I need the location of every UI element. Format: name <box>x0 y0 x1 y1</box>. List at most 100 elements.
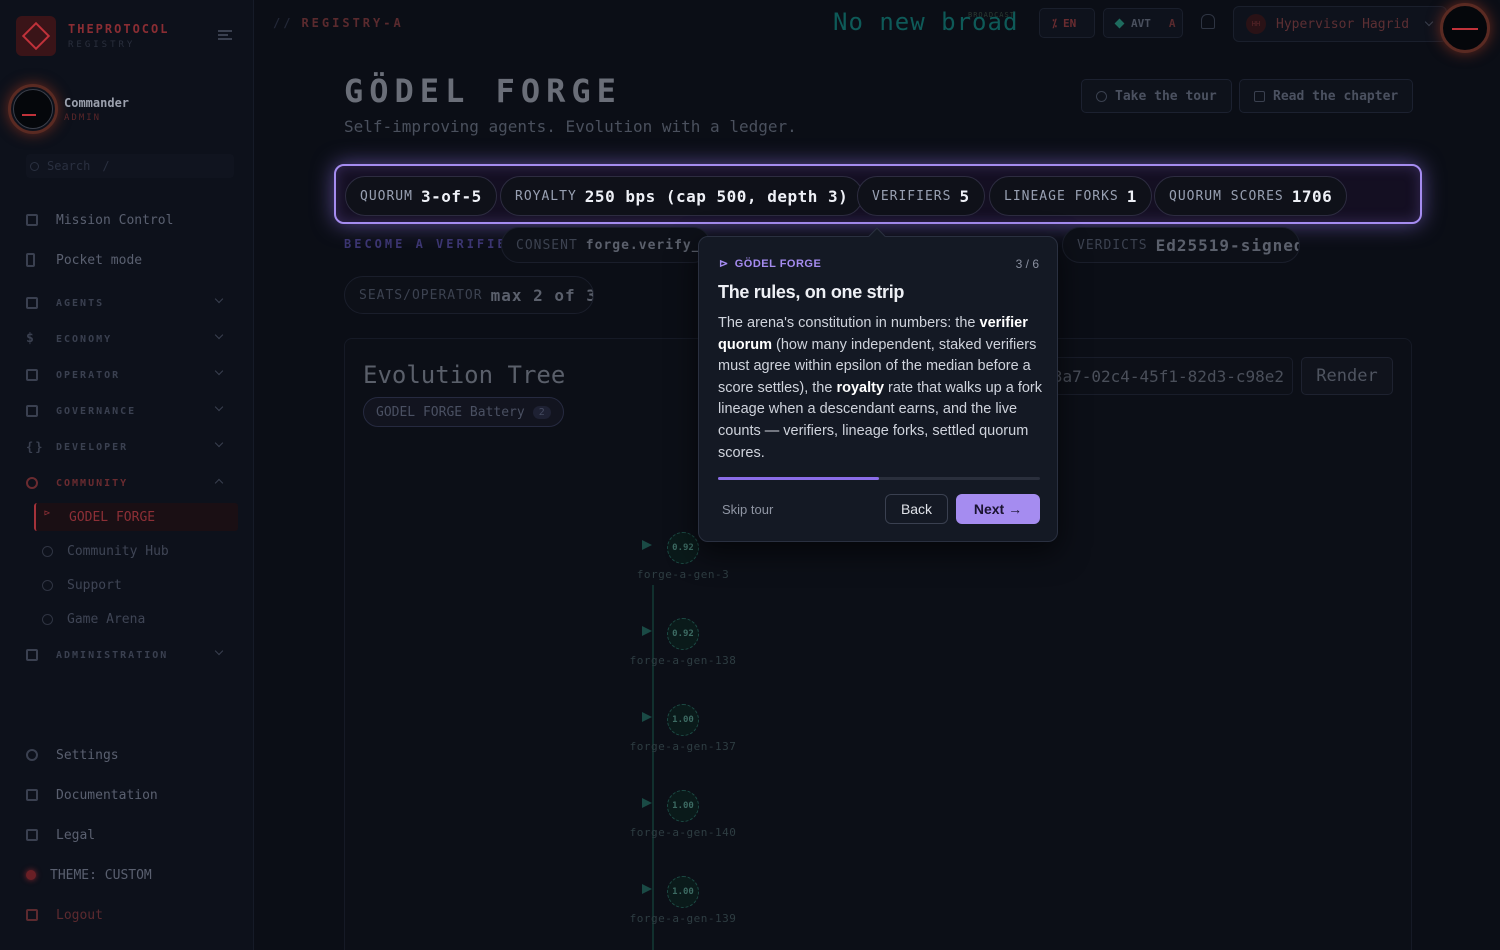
rule-chip-verifiers: VERIFIERS 5 <box>857 176 985 216</box>
play-circle-icon <box>1096 90 1107 102</box>
sidebar-section-administration[interactable]: ADMINISTRATION <box>26 644 238 666</box>
translate-icon: ⁒ <box>1052 16 1057 30</box>
sidebar-item-godel-forge[interactable]: GODEL FORGE <box>34 503 238 531</box>
sidebar-item-label: Pocket mode <box>56 252 143 268</box>
chip-value: forge.verify_fo <box>585 237 711 253</box>
gear-icon <box>26 749 38 761</box>
node-score: 1.00 <box>667 876 699 908</box>
node-score: 0.92 <box>667 532 699 564</box>
sidebar-item-logout[interactable]: Logout <box>26 904 238 926</box>
back-button[interactable]: Back <box>885 494 948 524</box>
phone-icon <box>26 253 35 267</box>
section-label: DEVELOPER <box>56 441 129 453</box>
theme-label: THEME: CUSTOM <box>50 867 152 883</box>
top-avatar[interactable] <box>1440 3 1490 53</box>
dollar-icon: $ <box>26 331 36 346</box>
render-button[interactable]: Render <box>1301 357 1393 395</box>
section-label: ECONOMY <box>56 333 113 345</box>
play-icon <box>44 508 55 523</box>
tour-progress-fill <box>718 477 879 480</box>
become-verifier-link[interactable]: BECOME A VERIFIER <box>344 237 518 251</box>
skip-tour-button[interactable]: Skip tour <box>722 502 773 517</box>
play-icon <box>642 540 652 550</box>
sidebar-item-label: Logout <box>56 907 103 923</box>
sidebar-item-label: Documentation <box>56 787 158 803</box>
tree-node[interactable]: 1.00 forge-a-gen-140 <box>628 790 738 839</box>
rule-chip-lineage-forks: LINEAGE FORKS 1 <box>989 176 1152 216</box>
node-score: 1.00 <box>667 790 699 822</box>
sidebar-section-developer[interactable]: {} DEVELOPER <box>26 436 238 458</box>
sidebar-item-documentation[interactable]: Documentation <box>26 784 238 806</box>
read-chapter-button[interactable]: Read the chapter <box>1239 79 1414 113</box>
play-icon: ⊳ <box>719 258 729 270</box>
node-label: forge-a-gen-140 <box>629 826 737 839</box>
search-shortcut: / <box>102 159 110 173</box>
page-title: GÖDEL FORGE <box>344 72 622 110</box>
sidebar-item-legal[interactable]: Legal <box>26 824 238 846</box>
shield-icon <box>26 649 38 661</box>
rules-strip: QUORUM 3-of-5 ROYALTY 250 bps (cap 500, de… <box>334 164 1422 224</box>
battery-chip[interactable]: GODEL FORGE Battery 2 <box>363 397 564 427</box>
sidebar-item-pocket-mode[interactable]: Pocket mode <box>26 249 238 271</box>
popover-caret <box>868 227 886 245</box>
language-label: EN <box>1062 16 1077 30</box>
search-input[interactable]: Search / <box>26 154 234 178</box>
user-role: ADMIN <box>64 112 102 123</box>
section-label: OPERATOR <box>56 369 121 381</box>
sidebar-item-mission-control[interactable]: Mission Control <box>26 209 238 231</box>
sidebar-section-economy[interactable]: $ ECONOMY <box>26 328 238 350</box>
user-profile[interactable]: Commander ADMIN <box>8 84 129 134</box>
section-label: COMMUNITY <box>56 477 129 489</box>
next-button[interactable]: Next → <box>956 494 1040 524</box>
sidebar-collapse-icon[interactable] <box>218 30 232 40</box>
bell-icon[interactable] <box>1201 14 1215 29</box>
play-icon <box>642 798 652 808</box>
rule-label: QUORUM <box>360 188 413 204</box>
battery-label: GODEL FORGE Battery <box>376 404 525 420</box>
tour-kicker: ⊳ GÖDEL FORGE <box>719 257 821 270</box>
lifebuoy-icon <box>42 579 53 591</box>
sidebar-section-agents[interactable]: AGENTS <box>26 292 238 314</box>
book-icon <box>26 789 38 801</box>
chip-label: SEATS/OPERATOR <box>359 287 483 303</box>
tree-node[interactable]: 0.92 forge-a-gen-138 <box>628 618 738 667</box>
tour-body-bold: royalty <box>836 379 885 396</box>
avt-badge[interactable]: AVT A <box>1103 8 1183 38</box>
search-placeholder: Search <box>47 159 91 173</box>
page-subtitle: Self-improving agents. Evolution with a … <box>344 117 797 136</box>
tree-node[interactable]: 1.00 forge-a-gen-139 <box>628 876 738 925</box>
node-label: forge-a-gen-139 <box>629 912 737 925</box>
take-tour-button[interactable]: Take the tour <box>1081 79 1232 113</box>
tour-step: 3 / 6 <box>1015 257 1039 271</box>
diamond-icon <box>1114 18 1125 28</box>
sidebar-item-support[interactable]: Support <box>34 571 238 599</box>
rule-value: 1706 <box>1291 186 1333 206</box>
chip-label: VERDICTS <box>1077 237 1148 253</box>
chip-value: Ed25519-signed <box>1155 235 1300 255</box>
brand[interactable]: THEPROTOCOL REGISTRY <box>16 16 169 56</box>
sidebar-section-community[interactable]: COMMUNITY <box>26 472 238 494</box>
avt-tier: A <box>1168 16 1176 30</box>
lineage-id-input[interactable]: 3a7-02c4-45f1-82d3-c98e2 <box>1045 357 1293 395</box>
theme-toggle[interactable]: THEME: CUSTOM <box>26 864 238 886</box>
rule-value: 1 <box>1126 186 1137 206</box>
rule-label: ROYALTY <box>515 188 577 204</box>
panel-title: Evolution Tree <box>363 361 566 389</box>
play-icon <box>642 884 652 894</box>
chevron-down-icon <box>214 438 224 448</box>
avatar <box>8 84 58 134</box>
sidebar-section-governance[interactable]: GOVERNANCE <box>26 400 238 422</box>
topbar: //REGISTRY-A No new broad BROADCAST ⁒ EN… <box>255 0 1500 53</box>
tour-progress-bar <box>718 477 1040 480</box>
user-menu[interactable]: HH Hypervisor Hagrid <box>1233 6 1447 42</box>
broadcast-tag: BROADCAST <box>968 11 1015 19</box>
sidebar-item-game-arena[interactable]: Game Arena <box>34 605 238 633</box>
sidebar-section-operator[interactable]: OPERATOR <box>26 364 238 386</box>
sidebar-item-community-hub[interactable]: Community Hub <box>34 537 238 565</box>
tour-title: The rules, on one strip <box>718 282 905 302</box>
language-switcher[interactable]: ⁒ EN <box>1039 8 1095 38</box>
sidebar-item-settings[interactable]: Settings <box>26 744 238 766</box>
tour-popover: ⊳ GÖDEL FORGE 3 / 6 The rules, on one str… <box>698 227 1058 542</box>
breadcrumb[interactable]: // REGISTRY-A <box>273 16 404 30</box>
tree-node[interactable]: 1.00 forge-a-gen-137 <box>628 704 738 753</box>
